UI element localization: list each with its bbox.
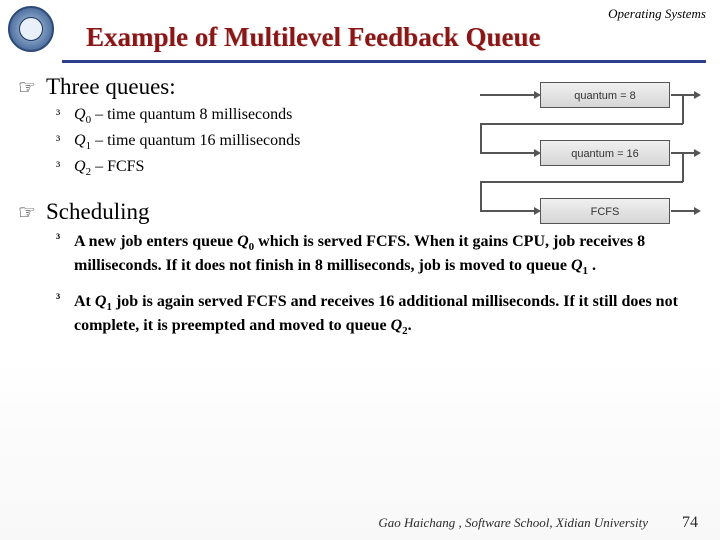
bullet-icon: ³ — [56, 231, 74, 279]
logo-inner-ring — [19, 17, 43, 41]
list-item: ³ At Q1 job is again served FCFS and rec… — [56, 291, 702, 339]
page-number: 74 — [682, 514, 698, 532]
diagram-box-q1: quantum = 16 — [540, 140, 670, 166]
arrow-head-icon — [694, 207, 701, 215]
section1-heading: Three queues: — [46, 74, 176, 100]
diagram-box-q0: quantum = 8 — [540, 82, 670, 108]
arrow-head-icon — [694, 91, 701, 99]
arrow-line — [682, 94, 684, 124]
background-photo — [0, 360, 720, 540]
footer: Gao Haichang , Software School, Xidian U… — [0, 514, 720, 532]
title-underline — [62, 60, 706, 63]
arrow-line — [480, 123, 683, 125]
arrow-line — [480, 181, 482, 210]
scheduling-list: ³ A new job enters queue Q0 which is ser… — [56, 231, 702, 339]
footer-credit: Gao Haichang , Software School, Xidian U… — [378, 515, 648, 531]
queue-desc: Q0 – time quantum 8 milliseconds — [74, 106, 292, 126]
section2-heading: Scheduling — [46, 199, 150, 225]
arrow-line — [480, 210, 538, 212]
queue-desc: Q2 – FCFS — [74, 158, 144, 178]
pointing-hand-icon: ☞ — [18, 75, 40, 100]
slide-title: Example of Multilevel Feedback Queue — [86, 22, 540, 53]
bullet-icon: ³ — [56, 134, 74, 150]
arrow-line — [480, 123, 482, 152]
arrow-line — [480, 181, 683, 183]
course-label: Operating Systems — [608, 6, 706, 22]
scheduling-text: At Q1 job is again served FCFS and recei… — [74, 291, 702, 339]
bullet-icon: ³ — [56, 160, 74, 176]
bullet-icon: ³ — [56, 108, 74, 124]
arrow-line — [682, 152, 684, 182]
arrow-head-icon — [694, 149, 701, 157]
arrow-line — [480, 152, 538, 154]
arrow-line — [480, 94, 538, 96]
diagram-box-q2: FCFS — [540, 198, 670, 224]
queue-desc: Q1 – time quantum 16 milliseconds — [74, 132, 300, 152]
pointing-hand-icon: ☞ — [18, 200, 40, 225]
bullet-icon: ³ — [56, 291, 74, 339]
queue-diagram: quantum = 8 quantum = 16 FCFS — [444, 76, 704, 244]
university-logo — [8, 6, 54, 52]
